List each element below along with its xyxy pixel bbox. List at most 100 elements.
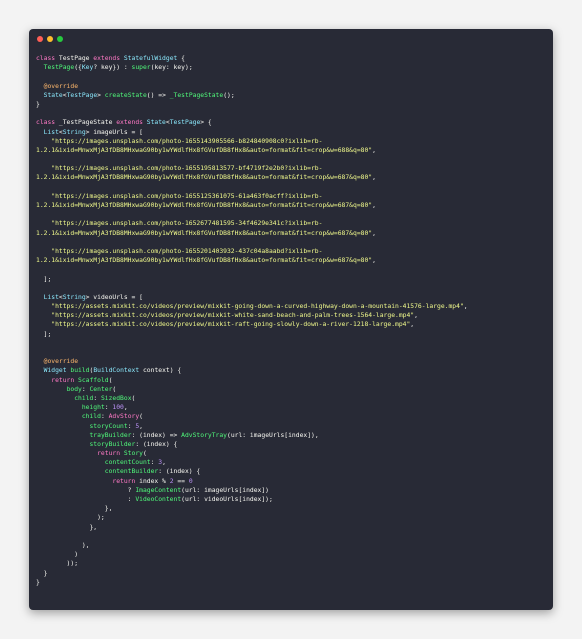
code-token: return <box>112 477 140 485</box>
code-token: 1.2.1&ixid=MnwxMjA3fDB8MHxwaG90by1wYWdlf… <box>36 229 373 237</box>
code-line: storyBuilder: (index) { <box>36 440 549 449</box>
code-line: State<TestPage> createState() => _TestPa… <box>36 91 549 100</box>
code-token: TestPage <box>58 55 94 62</box>
code-token: , <box>139 422 143 430</box>
code-token: "https://images.unsplash.com/photo-16551… <box>51 192 323 200</box>
window-titlebar <box>29 29 553 49</box>
code-line: )); <box>36 559 549 568</box>
code-token: height <box>81 404 105 412</box>
code-token: _TestPageState <box>169 91 224 99</box>
code-line: return index % 2 == 0 <box>36 477 549 486</box>
code-token: contentBuilder <box>104 468 159 476</box>
code-token: == <box>173 477 189 485</box>
code-token: TestPage <box>43 64 75 72</box>
code-token: > videoUrls = [ <box>85 293 143 301</box>
code-token: TestPage <box>169 119 201 127</box>
code-token: 100 <box>112 404 124 412</box>
code-line: ]; <box>36 330 549 339</box>
code-token: ); <box>36 514 105 522</box>
code-token: return <box>97 450 124 458</box>
code-token: "https://images.unsplash.com/photo-16551… <box>51 137 323 145</box>
minimize-dot-icon[interactable] <box>47 36 53 42</box>
code-line: ) <box>36 550 549 559</box>
code-token: @override <box>43 358 79 366</box>
code-token: AdvStoryTray <box>181 431 227 439</box>
code-token: child <box>81 413 101 421</box>
code-line: contentBuilder: (index) { <box>36 467 549 476</box>
code-token: ( <box>131 394 136 402</box>
code-token: : <box>36 496 136 503</box>
code-line: "https://images.unsplash.com/photo-16551… <box>36 164 549 173</box>
code-token: { <box>177 55 185 62</box>
code-token: "https://assets.mixkit.co/videos/preview… <box>51 321 411 329</box>
code-line: "https://images.unsplash.com/photo-16551… <box>36 192 549 201</box>
code-token: , <box>414 312 418 320</box>
code-token: ]; <box>36 275 52 283</box>
code-token: ( <box>108 376 113 384</box>
code-token: VideoContent <box>135 496 182 503</box>
code-token: ( <box>112 385 117 393</box>
code-token: } <box>36 100 40 108</box>
code-token: AdvStory <box>108 413 140 421</box>
code-line: child: SizedBox( <box>36 394 549 403</box>
code-token: ), <box>36 541 90 549</box>
code-token: , <box>372 202 376 209</box>
code-token: }, <box>36 523 98 531</box>
code-line: class _TestPageState extends State<TestP… <box>36 118 549 127</box>
code-token: "https://assets.mixkit.co/videos/preview… <box>51 312 415 320</box>
code-block: class TestPage extends StatefulWidget { … <box>36 54 549 587</box>
code-line: height: 100, <box>36 403 549 412</box>
code-token: , <box>372 174 376 182</box>
code-token: : <box>100 413 109 421</box>
code-token: body <box>66 385 82 393</box>
code-token: , <box>372 257 376 265</box>
code-token: () => <box>146 91 170 99</box>
code-token: "https://images.unsplash.com/photo-16526… <box>51 220 323 228</box>
code-token: String <box>62 128 86 136</box>
code-token: State <box>43 91 63 99</box>
code-token: return <box>51 376 79 384</box>
close-dot-icon[interactable] <box>37 36 43 42</box>
code-line: } <box>36 578 549 587</box>
code-token: extends <box>116 119 147 127</box>
code-token: }, <box>36 505 113 513</box>
code-token: 1.2.1&ixid=MnwxMjA3fDB8MHxwaG90by1wYWdlf… <box>36 174 373 182</box>
code-line: 1.2.1&ixid=MnwxMjA3fDB8MHxwaG90by1wYWdlf… <box>36 229 549 238</box>
maximize-dot-icon[interactable] <box>57 36 63 42</box>
code-token: child <box>74 394 94 402</box>
code-token: (url: videoUrls[index]); <box>181 496 273 503</box>
code-token: Widget <box>43 367 71 375</box>
code-token: > imageUrls = [ <box>85 128 143 136</box>
code-line: body: Center( <box>36 385 549 394</box>
code-line: return Scaffold( <box>36 376 549 385</box>
code-line: ]; <box>36 275 549 284</box>
code-token: ImageContent <box>135 486 182 494</box>
code-token: (key: key); <box>150 64 193 72</box>
code-line: storyCount: 5, <box>36 422 549 431</box>
code-line: ), <box>36 541 549 550</box>
code-line: "https://assets.mixkit.co/videos/preview… <box>36 320 549 329</box>
code-token: ) <box>36 551 79 559</box>
code-line: contentCount: 3, <box>36 458 549 467</box>
code-token: } <box>36 569 48 577</box>
code-token: trayBuilder <box>89 431 132 439</box>
